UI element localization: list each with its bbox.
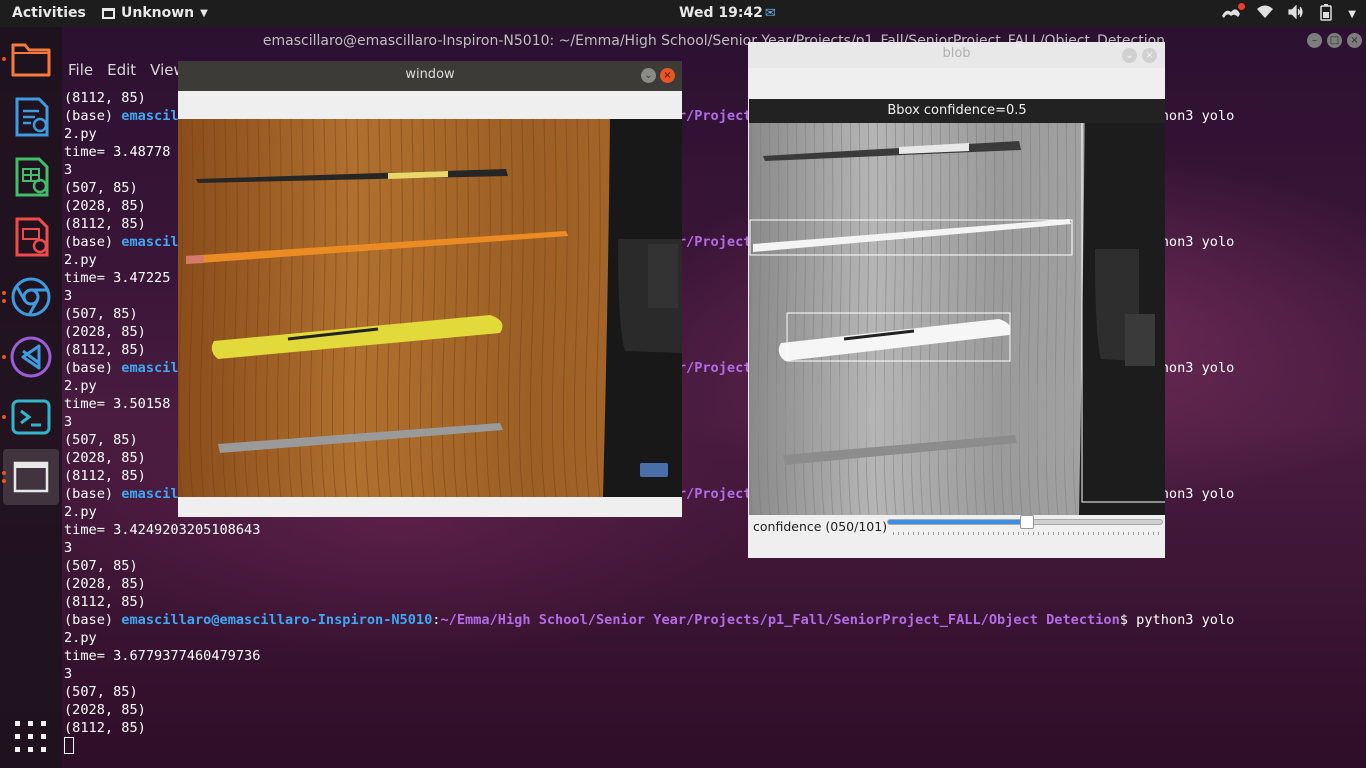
terminal-window-controls: – □ × — [1307, 33, 1362, 48]
terminal-output-line: (2028, 85) — [64, 702, 146, 718]
maximize-icon[interactable]: □ — [1327, 33, 1342, 48]
generic-window-launcher[interactable] — [2, 449, 59, 505]
prompt-segment: (base) — [64, 234, 122, 250]
calc-launcher[interactable] — [3, 149, 59, 205]
prompt-segment: (base) — [64, 360, 122, 376]
menu-edit[interactable]: Edit — [107, 61, 136, 79]
activities-button[interactable]: Activities — [12, 5, 86, 21]
terminal-output-line: (507, 85) — [64, 684, 138, 700]
window-icon — [102, 7, 115, 19]
clock[interactable]: Wed 19:42 ✉ — [679, 5, 776, 21]
volume-icon[interactable] — [1288, 4, 1304, 23]
prompt-segment: (base) — [64, 108, 122, 124]
terminal-output-line: (8112, 85) — [64, 594, 146, 610]
running-indicator — [2, 479, 6, 483]
show-applications-icon[interactable] — [13, 719, 49, 755]
color-photo — [178, 119, 682, 497]
terminal-output-line: 3 — [64, 540, 73, 556]
blob-window[interactable]: blob ⌄ × Bbox confidence=0.5 confidence … — [748, 42, 1165, 558]
minimize-icon[interactable]: ⌄ — [641, 68, 656, 83]
terminal-prompt-line: (base) emascillaro@emascillaro-Inspiron-… — [64, 611, 1364, 629]
chevron-down-icon: ▼ — [200, 7, 208, 19]
mail-icon: ✉ — [764, 5, 776, 21]
running-indicator — [2, 471, 6, 475]
terminal-icon — [11, 399, 51, 435]
chevron-down-icon[interactable]: ▼ — [1348, 9, 1356, 20]
prompt-segment: (base) — [64, 486, 122, 502]
folder-icon — [11, 43, 51, 77]
image-caption: Bbox confidence=0.5 — [749, 99, 1165, 123]
app-menu[interactable]: Unknown ▼ — [102, 5, 208, 21]
terminal-output-line: (2028, 85) — [64, 576, 146, 592]
spreadsheet-icon — [15, 157, 49, 197]
wifi-icon[interactable] — [1256, 5, 1274, 23]
prompt-segment: ~/Emma/High School/Senior Year/Projects/… — [440, 612, 1120, 628]
grayscale-detection-image — [749, 99, 1165, 515]
terminal-output-line: (8112, 85) — [64, 720, 146, 736]
terminal-launcher[interactable] — [2, 389, 59, 445]
system-tray[interactable]: ▼ — [1220, 3, 1356, 25]
prompt-segment: (base) — [64, 612, 122, 628]
running-indicator — [2, 299, 6, 303]
terminal-output-line: time= 3.6779377460479736 — [64, 648, 261, 664]
files-launcher[interactable] — [2, 31, 59, 87]
confidence-slider-handle[interactable] — [1019, 515, 1034, 529]
running-indicator — [2, 355, 6, 359]
opencv-window-title: window — [405, 67, 455, 82]
presentation-icon — [15, 217, 49, 257]
menu-file[interactable]: File — [68, 61, 93, 79]
terminal-output-line: time= 3.4249203205108643 — [64, 522, 261, 538]
opencv-window-titlebar[interactable]: window ⌄ × — [178, 61, 682, 91]
terminal-output-line: 3 — [64, 666, 73, 682]
terminal-cursor-line — [64, 737, 1364, 755]
running-indicator — [2, 415, 6, 419]
vscode-launcher[interactable] — [2, 329, 59, 385]
slider-ticks — [893, 532, 1161, 535]
terminal-title: emascillaro@emascillaro-Inspiron-N5010: … — [262, 33, 1166, 49]
terminal-menubar: File Edit View — [68, 61, 186, 79]
confidence-slider-label: confidence (050/101) — [753, 519, 888, 534]
close-icon[interactable]: × — [660, 68, 675, 83]
battery-icon[interactable] — [1318, 3, 1334, 25]
clock-label: Wed 19:42 — [679, 5, 763, 21]
document-writer-icon — [15, 97, 49, 137]
impress-launcher[interactable] — [3, 209, 59, 265]
blob-window-titlebar[interactable]: blob ⌄ × — [748, 42, 1165, 68]
close-icon[interactable]: × — [1347, 33, 1362, 48]
app-menu-label: Unknown — [121, 5, 195, 21]
update-notifier-icon[interactable] — [1220, 3, 1246, 24]
vscode-icon — [10, 336, 52, 378]
chrome-icon — [11, 277, 51, 317]
running-indicator — [2, 57, 6, 61]
terminal-output-line: (507, 85) — [64, 558, 138, 574]
prompt-segment: $ python3 yolo — [1119, 612, 1235, 628]
terminal-output-line: 2.py — [64, 630, 97, 646]
top-bar: Activities Unknown ▼ Wed 19:42 ✉ ▼ — [0, 0, 1366, 27]
dock — [0, 27, 62, 768]
minimize-icon[interactable]: ⌄ — [1122, 48, 1137, 63]
confidence-slider-fill — [888, 520, 1025, 524]
prompt-segment: emascillaro@emascillaro-Inspiron-N5010 — [121, 612, 433, 628]
chrome-launcher[interactable] — [2, 269, 59, 325]
window-icon — [13, 461, 49, 493]
opencv-window[interactable]: window ⌄ × — [178, 61, 682, 517]
writer-launcher[interactable] — [3, 89, 59, 145]
text-cursor — [64, 737, 74, 754]
running-indicator — [2, 291, 6, 295]
close-icon[interactable]: × — [1142, 48, 1157, 63]
blob-window-title: blob — [942, 46, 971, 61]
minimize-icon[interactable]: – — [1307, 33, 1322, 48]
